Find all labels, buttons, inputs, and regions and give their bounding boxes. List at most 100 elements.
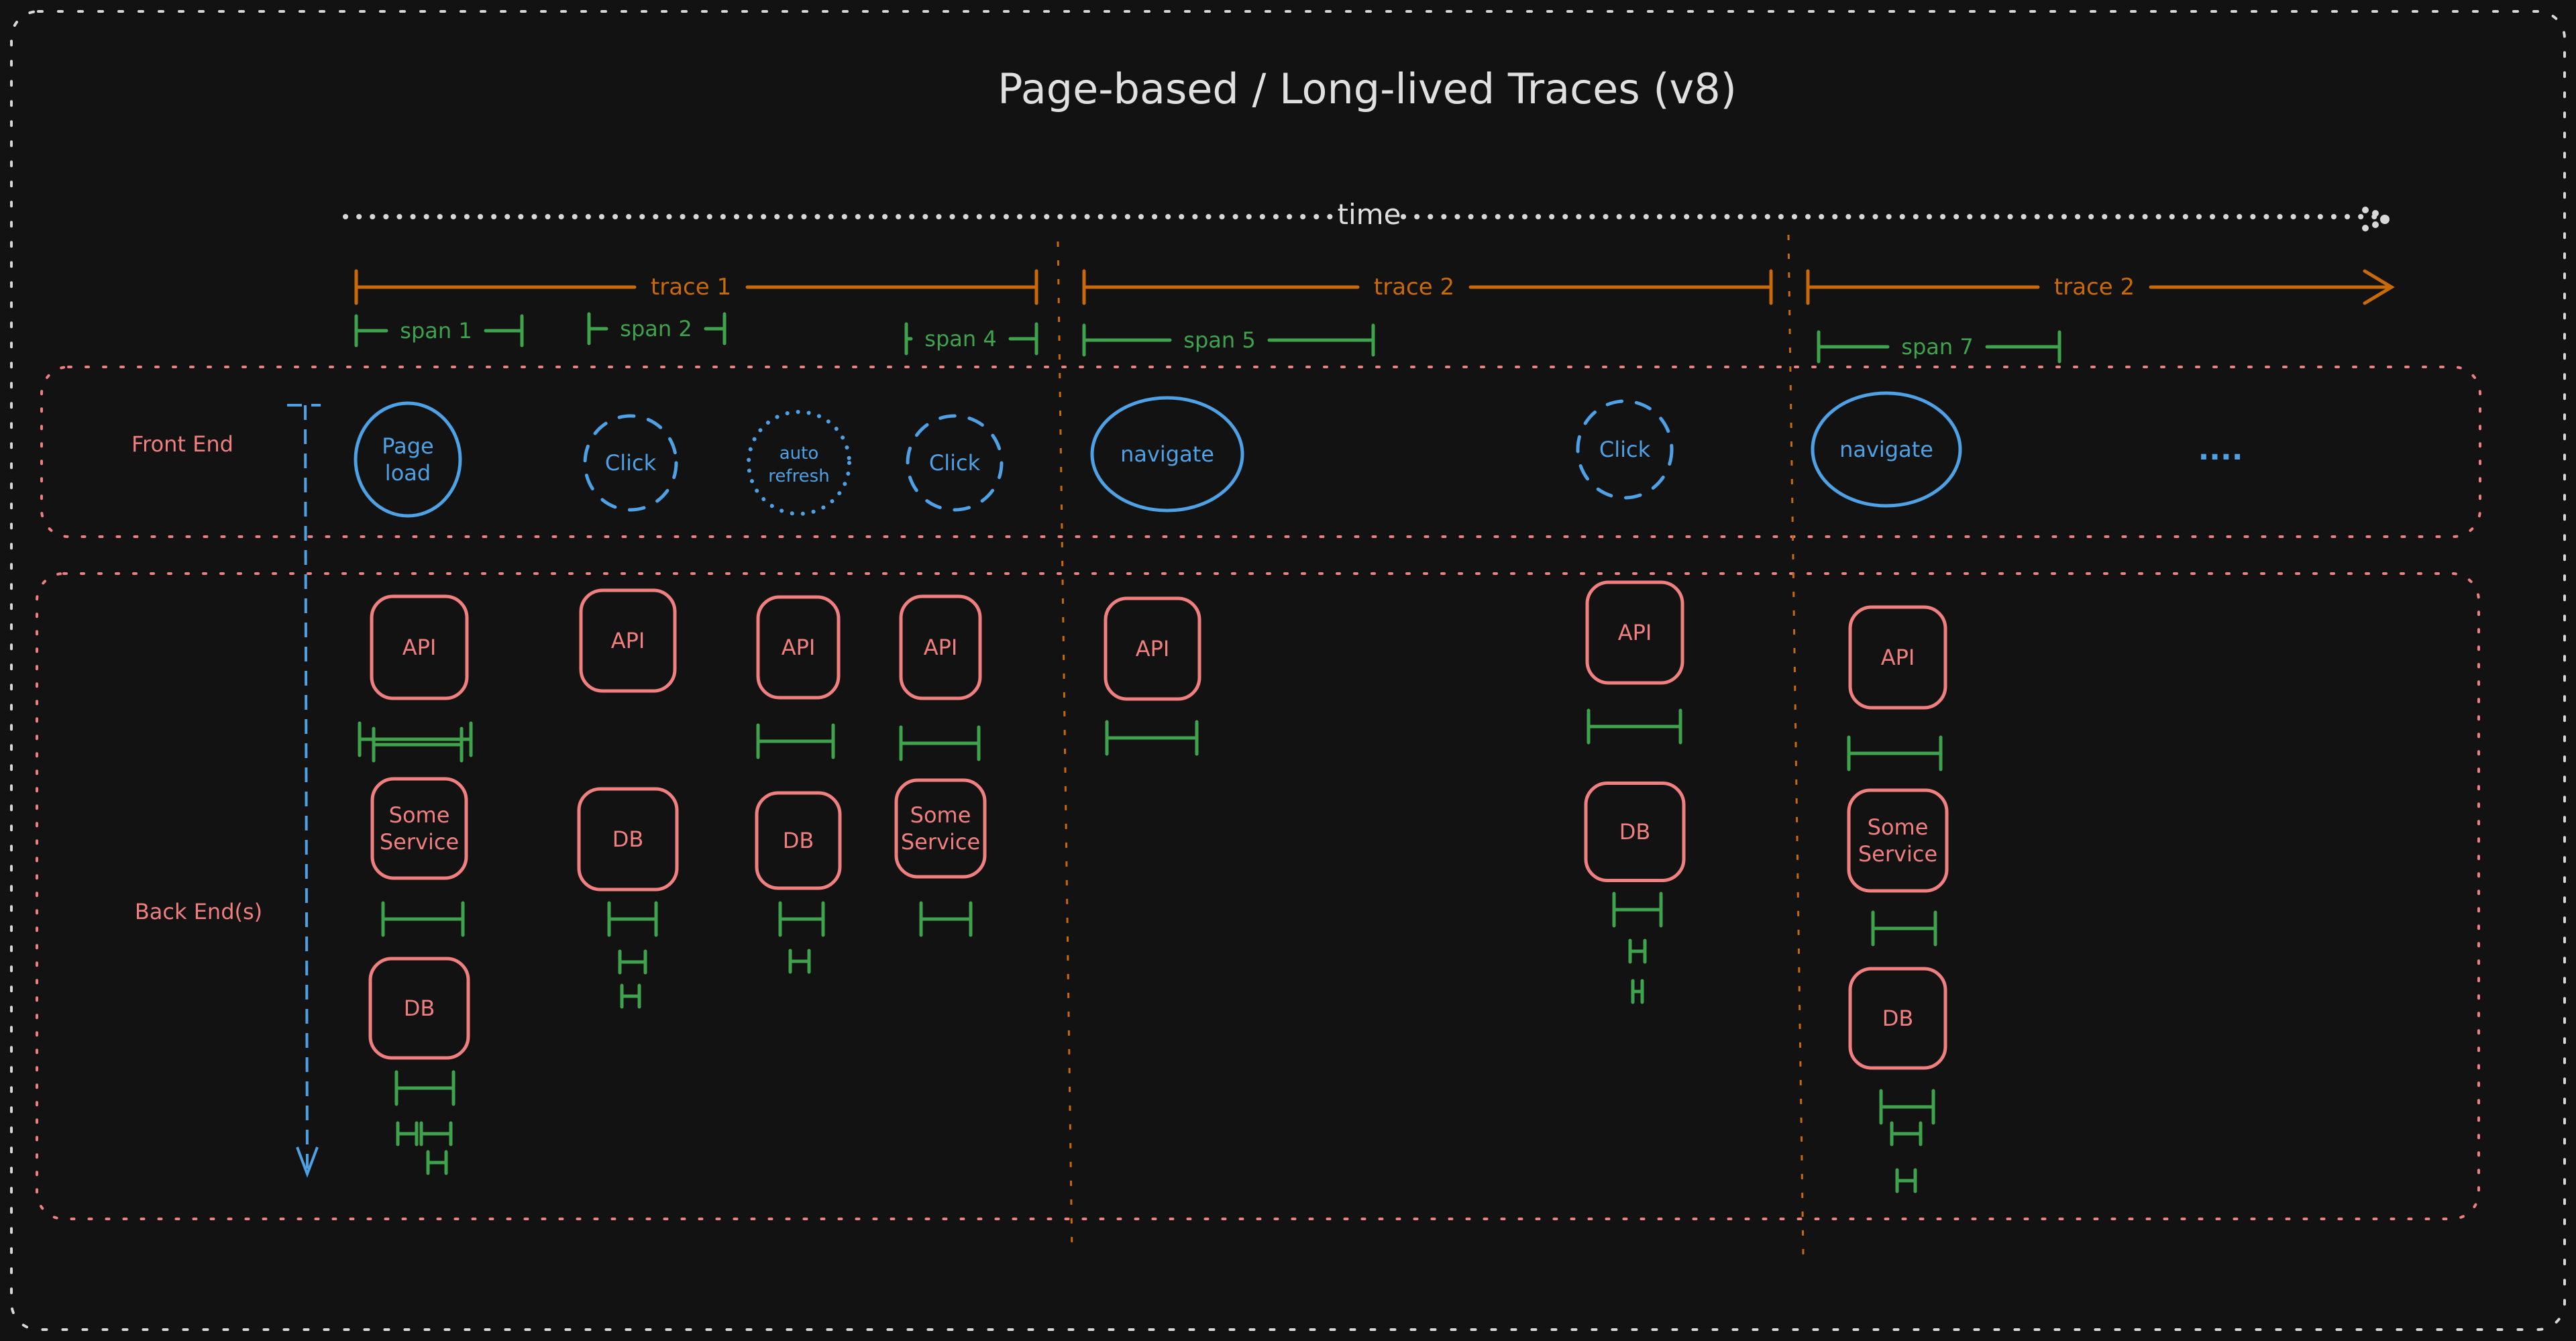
- event-label: auto refresh: [768, 443, 829, 486]
- service-box: [370, 777, 468, 880]
- trace-bar-3-label: trace 2: [2054, 274, 2135, 301]
- event-label: Click: [929, 450, 981, 476]
- child-span-bar: [1587, 708, 1682, 745]
- child-span-bar: [1631, 979, 1644, 1004]
- event-node: Click: [1576, 399, 1674, 500]
- span-bar-2-label: span 2: [620, 316, 692, 341]
- service-node-db: DB: [755, 791, 842, 890]
- service-node-db: DB: [1848, 967, 1947, 1070]
- service-label: DB: [783, 828, 814, 853]
- event-node: Click: [583, 414, 678, 512]
- event-label: navigate: [1120, 441, 1214, 467]
- child-span-bar: [426, 1150, 448, 1175]
- service-node-db: DB: [577, 787, 679, 892]
- child-span-bar: [618, 949, 647, 975]
- child-span-bar: [899, 725, 981, 761]
- service-node-db: DB: [368, 957, 470, 1060]
- span-bar-3-label: span 4: [924, 326, 996, 352]
- service-node-some-service: Some Service: [894, 778, 987, 879]
- service-node-api: API: [1104, 596, 1201, 701]
- event-label: navigate: [1839, 437, 1933, 462]
- trace-bar-1: trace 1: [354, 269, 1038, 305]
- trace-bar-2-label: trace 2: [1374, 274, 1454, 301]
- child-span-bar: [1847, 735, 1943, 771]
- child-span-bar: [1612, 892, 1663, 928]
- time-axis-arrowhead-icon: [2362, 207, 2390, 231]
- event-label: Page load: [382, 433, 433, 486]
- service-node-api: API: [1585, 580, 1684, 685]
- span-bar-5: span 7: [1817, 330, 2061, 364]
- child-span-bar: [394, 1070, 455, 1106]
- event-label: Click: [605, 450, 657, 476]
- event-node: Page load: [354, 401, 462, 518]
- child-span-bar: [1890, 1121, 1923, 1146]
- service-box: [894, 778, 987, 879]
- call-depth-axis: [287, 404, 321, 1178]
- backend-column: API Some Service DB: [368, 594, 470, 1175]
- service-label: API: [1881, 645, 1915, 670]
- front-end-lane-label: Front End: [131, 431, 233, 457]
- span-bar-4-label: span 5: [1183, 327, 1255, 353]
- back-end-lane: [36, 572, 2480, 1220]
- child-span-bar: [372, 727, 464, 763]
- child-span-bar: [1895, 1168, 1917, 1193]
- service-node-db: DB: [1584, 782, 1686, 882]
- span-bar-4: span 5: [1082, 323, 1375, 357]
- continuation-marker: ....: [2198, 433, 2243, 467]
- event-node: auto refresh: [747, 410, 851, 516]
- service-label: DB: [612, 826, 644, 852]
- service-node-some-service: Some Service: [370, 777, 468, 880]
- child-span-bar: [396, 1121, 419, 1146]
- trace-bar-3: trace 2: [1806, 269, 2395, 305]
- trace-divider: [1057, 241, 1073, 1255]
- service-label: Some Service: [1858, 814, 1937, 867]
- backend-column: API Some Service DB: [1847, 605, 1949, 1193]
- span-bar-1-label: span 1: [400, 318, 472, 343]
- span-bar-2: span 2: [587, 312, 727, 345]
- backend-column: API: [1104, 596, 1201, 756]
- backend-column: API DB: [1584, 580, 1686, 1004]
- child-span-bar: [358, 721, 473, 757]
- service-label: DB: [1882, 1006, 1914, 1031]
- child-span-bar: [620, 983, 641, 1009]
- child-span-bar: [381, 901, 465, 937]
- time-axis: time: [343, 198, 2390, 231]
- trace-bar-2: trace 2: [1082, 269, 1773, 305]
- time-axis-label: time: [1338, 198, 1401, 231]
- service-label: DB: [404, 996, 435, 1021]
- service-label: Some Service: [380, 802, 459, 855]
- service-label: API: [611, 628, 645, 653]
- events-layer: Page load Click auto refresh Click navigate Cli…: [354, 391, 1962, 518]
- event-solid-circle: [354, 401, 462, 518]
- event-node: navigate: [1090, 396, 1244, 513]
- child-span-bar: [919, 901, 973, 937]
- service-label: API: [782, 635, 816, 660]
- service-node-api: API: [370, 594, 469, 700]
- back-end-lane-label: Back End(s): [135, 899, 262, 924]
- child-span-bar: [1105, 720, 1199, 756]
- service-label: API: [924, 635, 958, 660]
- service-label: Some Service: [901, 802, 980, 855]
- service-label: DB: [1619, 819, 1651, 845]
- child-span-bar: [1628, 938, 1647, 964]
- trace-divider: [1787, 234, 1805, 1255]
- service-node-api: API: [756, 595, 841, 700]
- event-node: navigate: [1811, 391, 1962, 508]
- span-bar-1: span 1: [354, 314, 524, 347]
- backend-layer: API Some Service DB API DB API DB API Some Service…: [358, 580, 1949, 1193]
- event-node: Click: [906, 414, 1004, 512]
- child-span-bar: [778, 901, 825, 937]
- service-box: [1847, 788, 1949, 893]
- event-label: Click: [1599, 437, 1651, 462]
- trace-bar-1-label: trace 1: [651, 274, 731, 301]
- span-bar-3: span 4: [904, 322, 1038, 356]
- service-node-api: API: [899, 594, 982, 700]
- diagram-title: Page-based / Long-lived Traces (v8): [998, 64, 1737, 113]
- backend-column: API DB: [755, 595, 842, 974]
- service-label: API: [1136, 636, 1170, 661]
- child-span-bar: [756, 723, 835, 759]
- spans-layer: span 1 span 2 span 4 span 5 span 7: [354, 312, 2061, 364]
- child-span-bar: [1871, 910, 1937, 947]
- traces-layer: trace 1 trace 2 trace 2: [354, 269, 2395, 305]
- span-bar-5-label: span 7: [1901, 334, 1973, 360]
